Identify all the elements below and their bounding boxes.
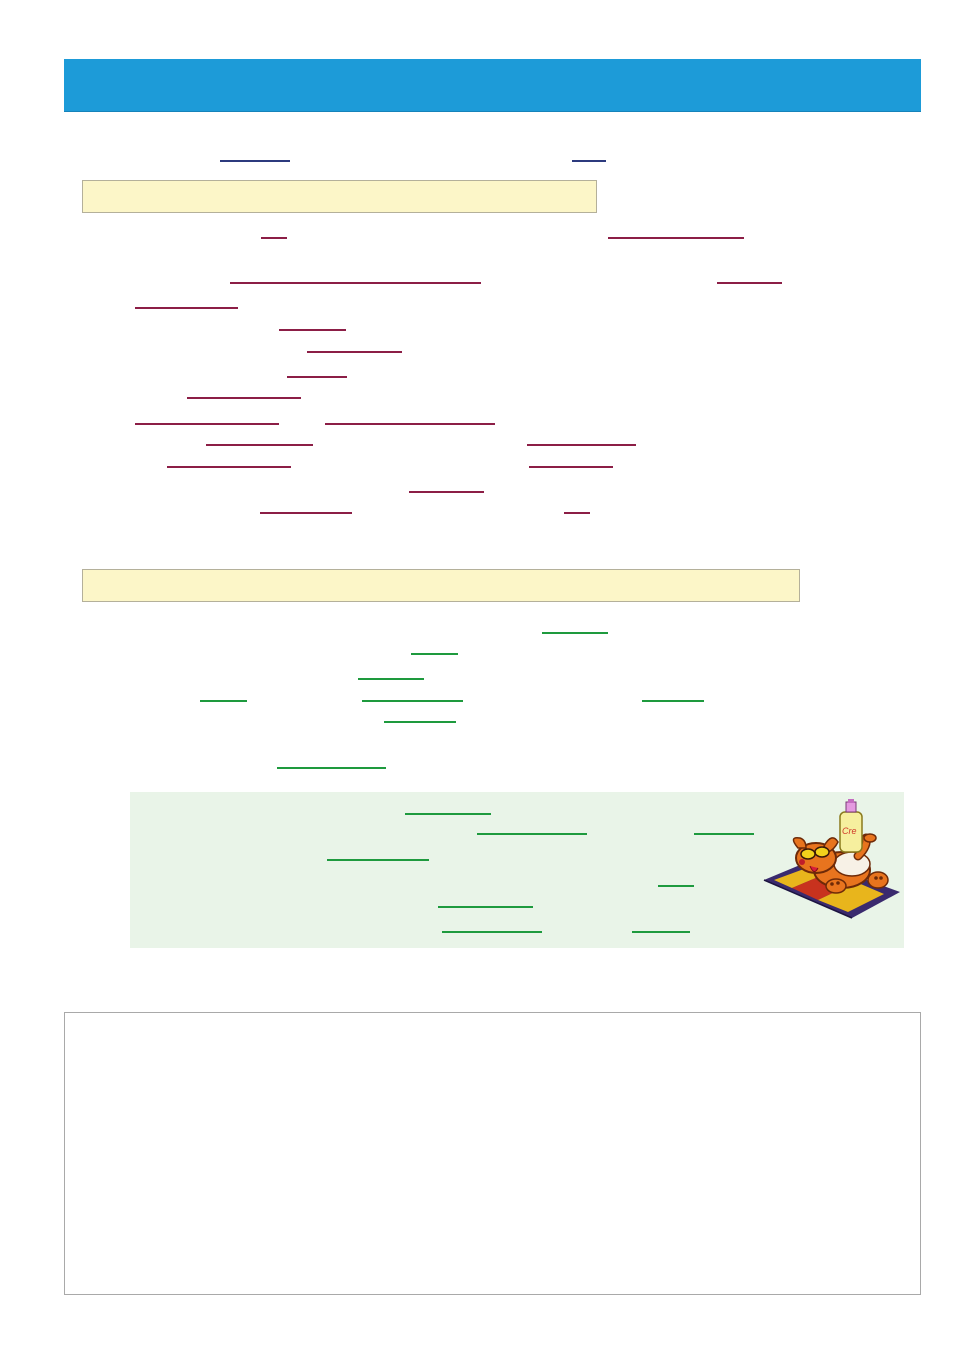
fill-blank[interactable] bbox=[658, 885, 694, 887]
fill-blank[interactable] bbox=[642, 700, 704, 702]
fill-blank[interactable] bbox=[527, 444, 636, 446]
fill-blank[interactable] bbox=[608, 237, 744, 239]
fill-blank[interactable] bbox=[230, 282, 481, 284]
section-heading-box bbox=[82, 569, 800, 602]
fill-blank[interactable] bbox=[438, 906, 533, 908]
fill-blank[interactable] bbox=[167, 466, 291, 468]
fill-blank[interactable] bbox=[307, 351, 402, 353]
fill-blank[interactable] bbox=[358, 678, 424, 680]
fill-blank[interactable] bbox=[405, 813, 491, 815]
fill-blank[interactable] bbox=[384, 721, 456, 723]
fill-blank[interactable] bbox=[694, 833, 754, 835]
fill-blank[interactable] bbox=[277, 767, 386, 769]
fill-blank[interactable] bbox=[261, 237, 287, 239]
fill-blank[interactable] bbox=[187, 397, 301, 399]
fill-blank[interactable] bbox=[327, 859, 429, 861]
fill-blank[interactable] bbox=[411, 653, 458, 655]
fill-blank[interactable] bbox=[717, 282, 782, 284]
fill-blank[interactable] bbox=[200, 700, 247, 702]
sunbathing-dog-illustration: Cre bbox=[763, 799, 900, 919]
fill-blank[interactable] bbox=[220, 160, 290, 162]
fill-blank[interactable] bbox=[409, 491, 484, 493]
section-heading-box bbox=[82, 180, 597, 213]
fill-blank[interactable] bbox=[260, 512, 352, 514]
fill-blank[interactable] bbox=[572, 160, 606, 162]
fill-blank[interactable] bbox=[135, 423, 279, 425]
fill-blank[interactable] bbox=[564, 512, 590, 514]
fill-blank[interactable] bbox=[279, 329, 346, 331]
fill-blank[interactable] bbox=[529, 466, 613, 468]
answer-box[interactable] bbox=[64, 1012, 921, 1295]
fill-blank[interactable] bbox=[362, 700, 463, 702]
fill-blank[interactable] bbox=[325, 423, 495, 425]
fill-blank[interactable] bbox=[477, 833, 587, 835]
fill-blank[interactable] bbox=[632, 931, 690, 933]
fill-blank[interactable] bbox=[442, 931, 542, 933]
header-bar bbox=[64, 59, 921, 112]
bottle-label: Cre bbox=[842, 826, 857, 836]
fill-blank[interactable] bbox=[542, 632, 608, 634]
fill-blank[interactable] bbox=[287, 376, 347, 378]
fill-blank[interactable] bbox=[206, 444, 313, 446]
fill-blank[interactable] bbox=[135, 307, 238, 309]
